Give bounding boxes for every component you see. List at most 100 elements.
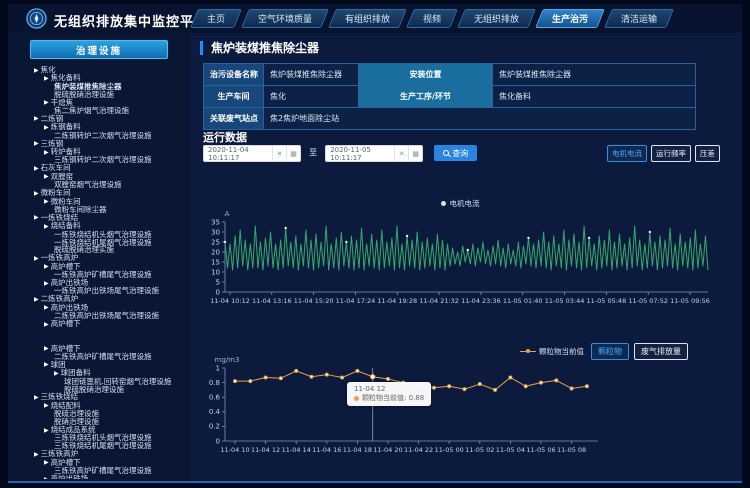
svg-text:5: 5 bbox=[216, 278, 220, 286]
svg-text:11-04 20: 11-04 20 bbox=[373, 446, 402, 454]
tree-node[interactable]: ▶高炉出铁场 bbox=[8, 475, 190, 479]
tree-leaf[interactable]: 脱硫脱硝治理实施 bbox=[8, 246, 190, 254]
sidebar-header-button[interactable]: 治理设施 bbox=[30, 40, 168, 59]
tree-expand-icon[interactable]: ▶ bbox=[44, 99, 49, 107]
tree-node[interactable]: ▶高炉槽下 bbox=[8, 320, 190, 328]
nav-item-4[interactable]: 无组织排放 bbox=[457, 9, 536, 28]
tree-expand-icon[interactable]: ▶ bbox=[44, 321, 49, 329]
metric-button-1[interactable]: 运行频率 bbox=[651, 145, 691, 162]
nav-item-3[interactable]: 视频 bbox=[406, 9, 458, 28]
date-to-input[interactable]: 2020-11-05 10:11:17 bbox=[326, 146, 394, 161]
tree-node[interactable]: ▶二炼铁高炉 bbox=[8, 295, 190, 303]
tree-node[interactable]: ▶一炼铁高炉 bbox=[8, 254, 190, 262]
tree-expand-icon[interactable]: ▶ bbox=[44, 476, 49, 480]
tree-leaf[interactable]: 脱硫治理设施 bbox=[8, 410, 190, 418]
tree-expand-icon[interactable]: ▶ bbox=[34, 140, 39, 148]
date-from-calendar-icon[interactable]: ▦ bbox=[286, 146, 300, 161]
nav-item-label: 视频 bbox=[423, 12, 441, 25]
svg-text:25: 25 bbox=[211, 238, 220, 246]
tree-leaf[interactable]: 三炼铁烧结机尾烟气治理设施 bbox=[8, 442, 190, 450]
tree-node[interactable]: ▶二炼钢 bbox=[8, 115, 190, 123]
tree-expand-icon[interactable]: ▶ bbox=[34, 394, 39, 402]
svg-text:11-05 07:52: 11-05 07:52 bbox=[628, 297, 668, 305]
tree-expand-icon[interactable]: ▶ bbox=[44, 459, 49, 467]
tree-expand-icon[interactable]: ▶ bbox=[34, 190, 39, 198]
main-content: 焦炉装煤推焦除尘器 治污设备名称焦炉装煤推焦除尘器安装位置焦炉装煤推焦除尘器生产… bbox=[190, 33, 742, 481]
tree-node[interactable]: ▶一炼铁烧结 bbox=[8, 214, 190, 222]
tree-leaf[interactable]: 双膛窑烟气治理设施 bbox=[8, 181, 190, 189]
tree-leaf[interactable]: 二炼钢转炉二次烟气治理设施 bbox=[8, 132, 190, 140]
tree-expand-icon[interactable]: ▶ bbox=[44, 75, 49, 83]
tree-expand-icon[interactable]: ▶ bbox=[44, 124, 49, 132]
tree-node[interactable]: ▶三炼铁烧结 bbox=[8, 393, 190, 401]
svg-text:11-05 08: 11-05 08 bbox=[557, 446, 586, 454]
tree-node[interactable]: ▶石灰车间 bbox=[8, 164, 190, 172]
tree-expand-icon[interactable]: ▶ bbox=[34, 451, 39, 459]
tree-expand-icon[interactable]: ▶ bbox=[34, 67, 39, 75]
tree-expand-icon[interactable]: ▶ bbox=[44, 223, 49, 231]
metric-toggle-group: 电机电流运行频率压差 bbox=[607, 145, 720, 162]
nav-item-label: 主页 bbox=[207, 12, 225, 25]
tree-node[interactable]: ▶焦化 bbox=[8, 66, 190, 74]
nav-item-6[interactable]: 清洁运输 bbox=[604, 9, 674, 28]
device-info-table-body: 治污设备名称焦炉装煤推焦除尘器安装位置焦炉装煤推焦除尘器生产车间焦化生产工序/环… bbox=[204, 64, 696, 130]
tree-leaf[interactable]: 二炼铁高炉矿槽尾气治理设施 bbox=[8, 353, 190, 361]
tree-expand-icon[interactable]: ▶ bbox=[44, 280, 49, 288]
tree-leaf[interactable]: 一炼铁高炉出铁场尾气治理设施 bbox=[8, 287, 190, 295]
particulate-chart[interactable]: 00.20.40.60.81mg/m311-04 1011-04 1211-04… bbox=[198, 351, 628, 463]
svg-text:0.6: 0.6 bbox=[209, 394, 221, 402]
tree-leaf[interactable]: 脱硫脱硝治理设施 bbox=[8, 386, 190, 394]
date-from-clear-icon[interactable]: ✕ bbox=[272, 146, 286, 161]
metric-button-0[interactable]: 电机电流 bbox=[607, 145, 647, 162]
chart1-legend[interactable]: 电机电流 bbox=[190, 198, 730, 209]
tree-node[interactable]: ▶微粉车间 bbox=[8, 189, 190, 197]
tree-expand-icon[interactable]: ▶ bbox=[44, 263, 49, 271]
table-row: 治污设备名称焦炉装煤推焦除尘器安装位置焦炉装煤推焦除尘器 bbox=[204, 64, 696, 86]
tree-leaf[interactable]: 焦二焦炉烟气治理设施 bbox=[8, 107, 190, 115]
nav-item-0[interactable]: 主页 bbox=[190, 9, 242, 28]
table-label-cell: 生产车间 bbox=[204, 86, 264, 108]
tree-leaf[interactable]: 三炼铁高炉矿槽尾气治理设施 bbox=[8, 467, 190, 475]
tree-expand-icon[interactable]: ▶ bbox=[44, 402, 49, 410]
tree-node[interactable]: ▶三炼钢 bbox=[8, 140, 190, 148]
tree-leaf[interactable]: 微粉车间除尘器 bbox=[8, 206, 190, 214]
tree-item-label: 焦二焦炉烟气治理设施 bbox=[54, 106, 129, 115]
tree-expand-icon[interactable]: ▶ bbox=[44, 304, 49, 312]
tree-expand-icon[interactable]: ▶ bbox=[34, 255, 39, 263]
tree-expand-icon[interactable]: ▶ bbox=[44, 345, 49, 353]
tree-expand-icon[interactable]: ▶ bbox=[44, 361, 49, 369]
nav-item-5[interactable]: 生产治污 bbox=[535, 9, 605, 28]
motor-current-chart[interactable]: 05101520253035A11-04 10:1211-04 13:1611-… bbox=[198, 209, 738, 317]
svg-text:11-04 17:24: 11-04 17:24 bbox=[336, 297, 376, 305]
tooltip-time: 11-04 12 bbox=[354, 385, 424, 394]
date-to-group: 2020-11-05 10:11:17✕▦ bbox=[325, 145, 423, 162]
tree-expand-icon[interactable]: ▶ bbox=[34, 115, 39, 123]
tree-node[interactable]: ▶三炼铁高炉 bbox=[8, 450, 190, 458]
tree-leaf[interactable]: 一炼铁高炉矿槽尾气治理设施 bbox=[8, 271, 190, 279]
date-to-clear-icon[interactable]: ✕ bbox=[394, 146, 408, 161]
tree-leaf[interactable]: 脱硫脱硝治理设施 bbox=[8, 91, 190, 99]
tree-expand-icon[interactable]: ▶ bbox=[34, 165, 39, 173]
tree-expand-icon[interactable]: ▶ bbox=[44, 173, 49, 181]
page-title: 焦炉装煤推焦除尘器 bbox=[200, 41, 319, 55]
pollutant-button-1[interactable]: 废气排放量 bbox=[634, 343, 688, 360]
tree-expand-icon[interactable]: ▶ bbox=[34, 214, 39, 222]
tree-node[interactable]: ▶烧结配料 bbox=[8, 402, 190, 410]
query-button[interactable]: 查询 bbox=[434, 145, 477, 161]
tree-expand-icon[interactable]: ▶ bbox=[34, 296, 39, 304]
date-from-input[interactable]: 2020-11-04 10:11:17 bbox=[204, 146, 272, 161]
nav-item-1[interactable]: 空气环境质量 bbox=[241, 9, 329, 28]
tree-expand-icon[interactable]: ▶ bbox=[44, 149, 49, 157]
tree-expand-icon[interactable]: ▶ bbox=[54, 370, 59, 378]
metric-button-2[interactable]: 压差 bbox=[695, 145, 720, 162]
tree-expand-icon[interactable]: ▶ bbox=[44, 198, 49, 206]
tree-leaf[interactable]: 二炼铁高炉出铁场尾气治理设施 bbox=[8, 312, 190, 320]
tree-node[interactable]: ▶球团 bbox=[8, 361, 190, 369]
nav-item-2[interactable]: 有组织排放 bbox=[328, 9, 407, 28]
date-to-calendar-icon[interactable]: ▦ bbox=[408, 146, 422, 161]
app-window: 无组织排放集中监控平台 主页空气环境质量有组织排放视频无组织排放生产治污清洁运输… bbox=[0, 0, 750, 488]
tree-leaf[interactable]: 三炼钢转炉二次烟气治理设施 bbox=[8, 156, 190, 164]
tree-leaf[interactable]: 脱硝治理设施 bbox=[8, 418, 190, 426]
tree-expand-icon[interactable]: ▶ bbox=[44, 427, 49, 435]
table-row: 生产车间焦化生产工序/环节焦化备料 bbox=[204, 86, 696, 108]
